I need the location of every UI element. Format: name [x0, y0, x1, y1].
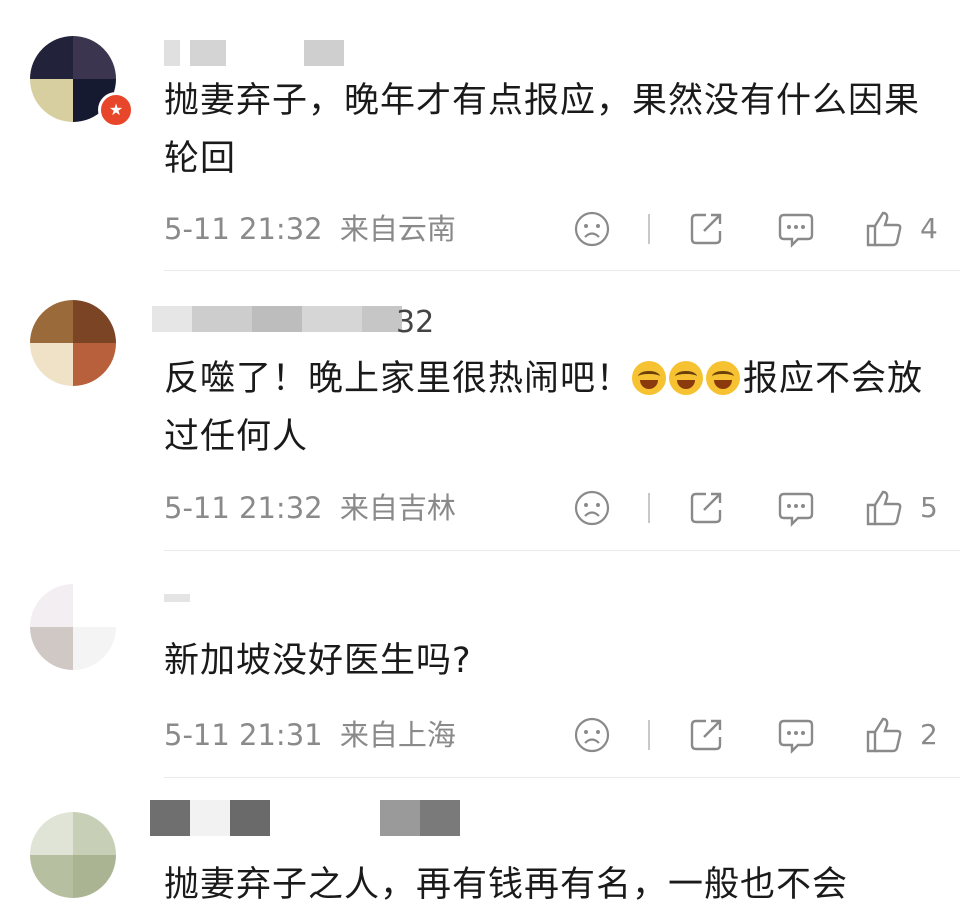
divider [648, 493, 650, 523]
comment-text: 抛妻弃子，晚年才有点报应，果然没有什么因果轮回 [164, 81, 921, 179]
comment-meta: 5-11 21:32 来自吉林 [164, 491, 456, 525]
comment-bubble-icon[interactable] [776, 209, 816, 249]
thumbs-up-icon[interactable] [864, 209, 904, 249]
frown-face-icon[interactable] [572, 488, 612, 528]
share-icon[interactable] [686, 715, 726, 755]
share-icon[interactable] [686, 209, 726, 249]
comment-actions: 2 [550, 715, 940, 755]
comment-time: 5-11 21:32 [164, 212, 323, 246]
comment-actions: 4 [550, 209, 940, 249]
frown-face-icon[interactable] [572, 209, 612, 249]
avatar[interactable] [30, 300, 116, 386]
separator [164, 550, 960, 551]
share-icon[interactable] [686, 488, 726, 528]
comment-text: 反噬了！晚上家里很热闹吧！ 报应不会放过任何人 [164, 350, 934, 466]
comment-bubble-icon[interactable] [776, 488, 816, 528]
verified-badge-icon: ★ [98, 92, 134, 128]
comment-location: 来自上海 [339, 718, 456, 752]
like-count: 4 [920, 212, 938, 245]
comment-location: 来自吉林 [339, 491, 456, 525]
thumbs-up-icon[interactable] [864, 715, 904, 755]
laughing-crying-emoji-icon [632, 361, 667, 395]
laughing-crying-emoji-icon [669, 361, 704, 395]
avatar[interactable] [30, 584, 116, 670]
comment-text-part-1: 反噬了！晚上家里很热闹吧！ [164, 359, 633, 399]
comment-time: 5-11 21:31 [164, 718, 323, 752]
comment-bubble-icon[interactable] [776, 715, 816, 755]
comment-meta: 5-11 21:32 来自云南 [164, 212, 456, 246]
separator [164, 270, 960, 271]
comment-location: 来自云南 [339, 212, 456, 246]
username[interactable] [164, 40, 364, 66]
like-count: 5 [920, 491, 938, 524]
comment-actions: 5 [550, 488, 940, 528]
divider [648, 214, 650, 244]
username[interactable] [152, 306, 412, 332]
thumbs-up-icon[interactable] [864, 488, 904, 528]
comment-time: 5-11 21:32 [164, 491, 323, 525]
avatar[interactable] [30, 812, 116, 898]
username[interactable] [150, 800, 470, 836]
like-count: 2 [920, 718, 938, 751]
separator [164, 777, 960, 778]
comment-text: 新加坡没好医生吗? [164, 641, 472, 681]
username[interactable] [164, 594, 224, 620]
comment-meta: 5-11 21:31 来自上海 [164, 718, 456, 752]
divider [648, 720, 650, 750]
frown-face-icon[interactable] [572, 715, 612, 755]
username-suffix: 32 [396, 305, 435, 340]
laughing-crying-emoji-icon [706, 361, 741, 395]
comment-text: 抛妻弃子之人，再有钱再有名，一般也不会 [164, 865, 849, 905]
